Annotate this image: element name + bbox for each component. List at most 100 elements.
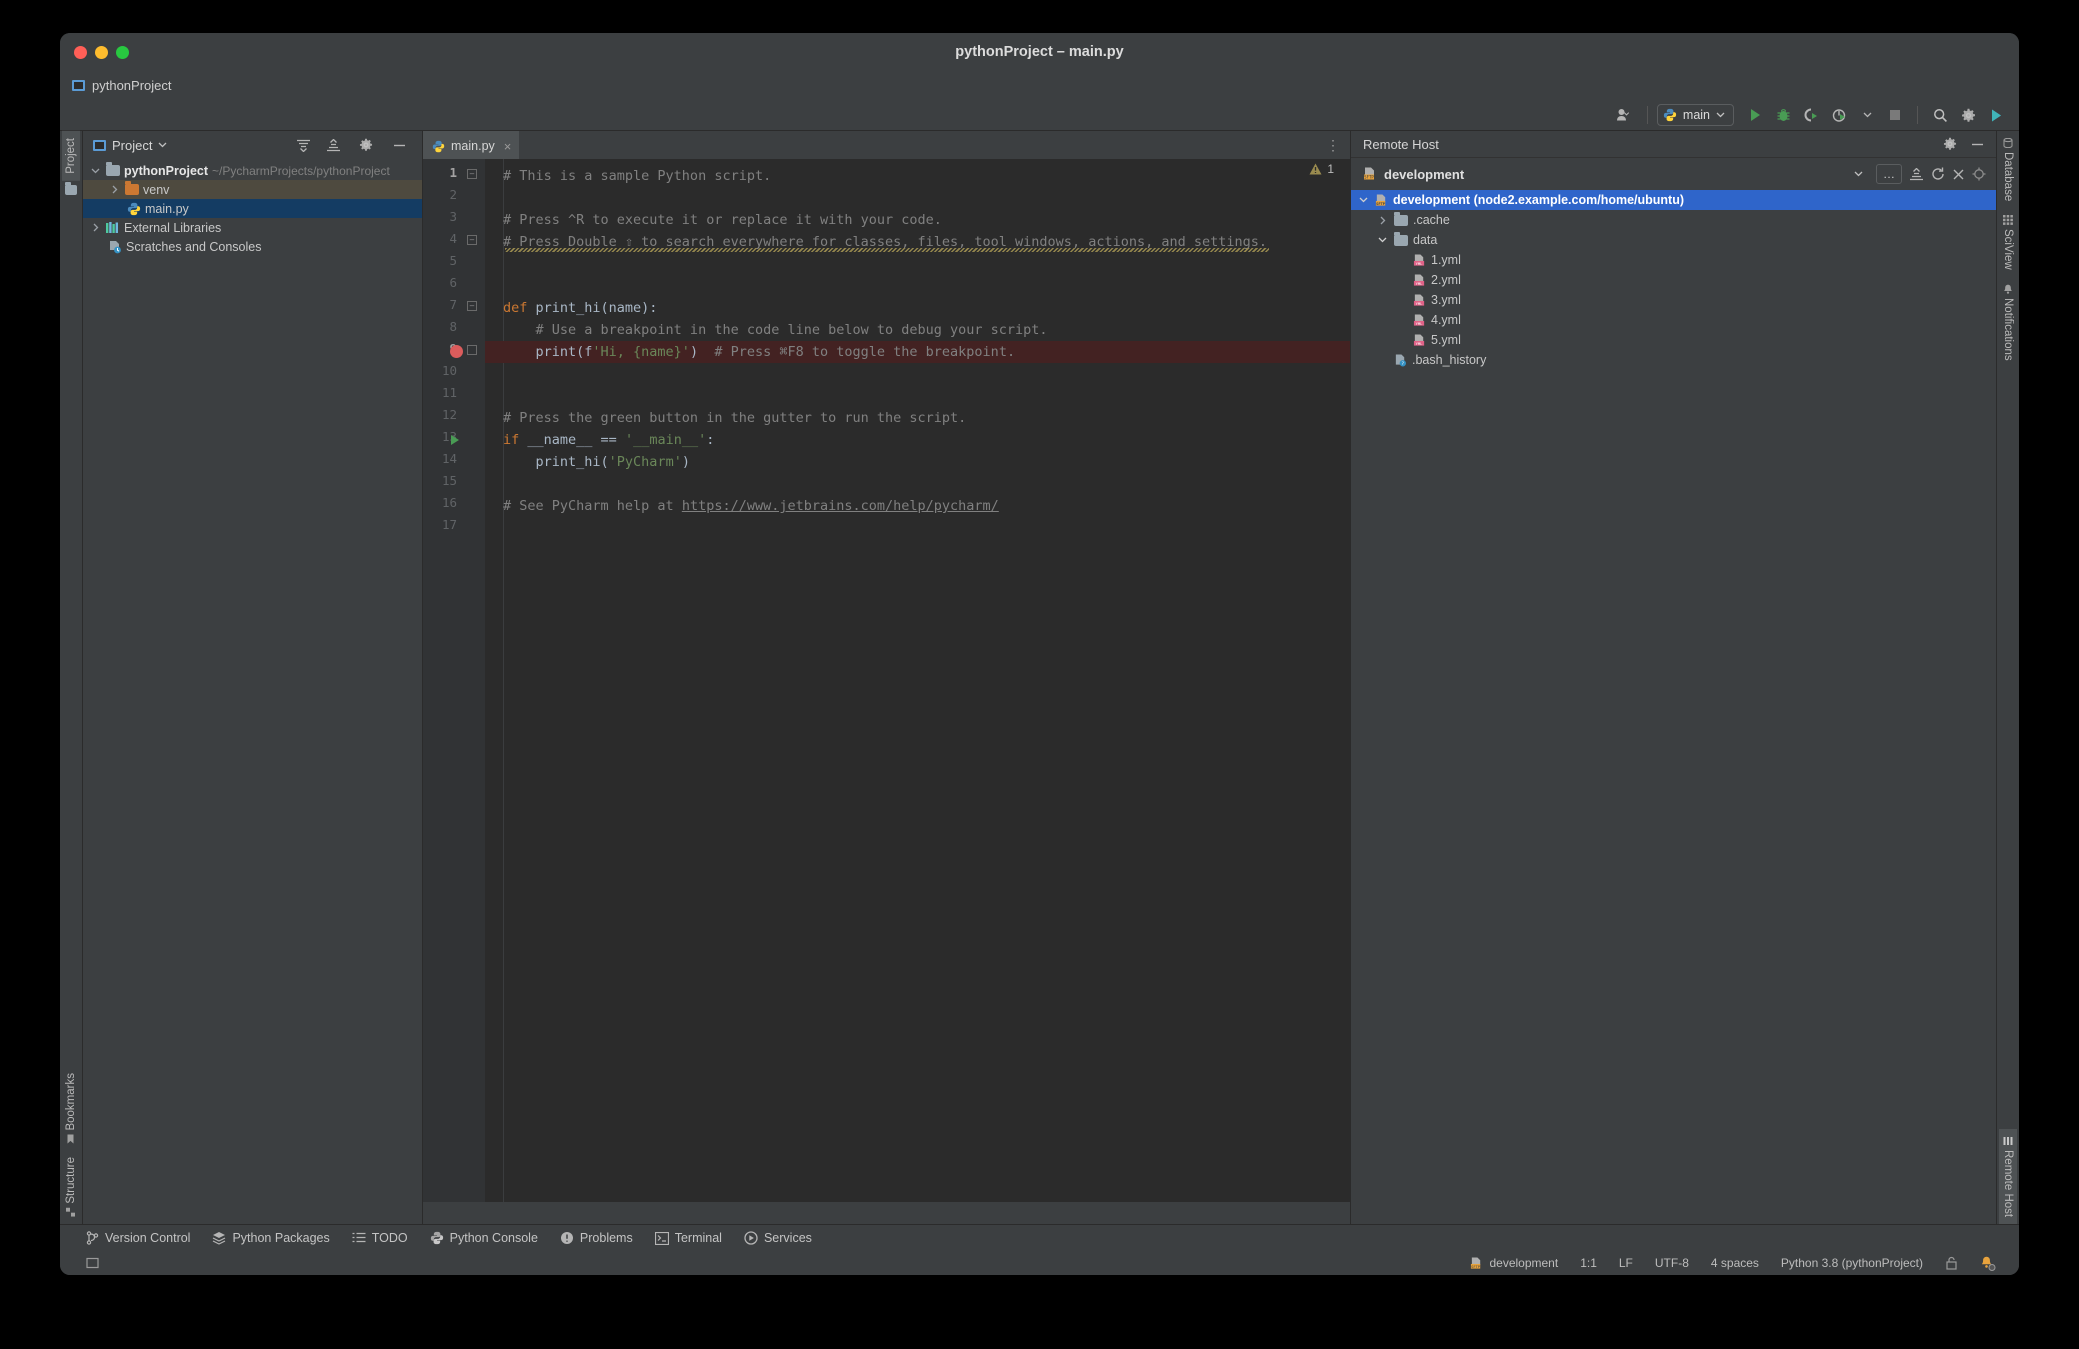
status-deployment[interactable]: SFTP development — [1459, 1256, 1569, 1270]
code-line[interactable]: # Press ^R to execute it or replace it w… — [503, 209, 942, 231]
terminal-toggle-icon[interactable] — [86, 1256, 100, 1270]
chevron-down-icon[interactable] — [158, 142, 167, 148]
project-file-tree[interactable]: pythonProject ~/PycharmProjects/pythonPr… — [83, 159, 422, 1224]
remote-file-tree[interactable]: SFTP development (node2.example.com/home/… — [1351, 190, 1996, 1224]
editor-tabs: main.py × ⋮ — [423, 131, 1350, 159]
collapse-all-icon[interactable] — [1909, 167, 1924, 181]
code-editor[interactable]: 1–234–567–891011121314151617 1 # This is… — [423, 159, 1350, 1202]
chevron-down-icon[interactable] — [1357, 197, 1370, 203]
user-icon[interactable] — [1612, 103, 1638, 127]
bottom-tab-version-control[interactable]: Version Control — [86, 1231, 190, 1245]
chevron-right-icon[interactable] — [89, 223, 102, 232]
code-line[interactable]: # Press the green button in the gutter t… — [503, 407, 966, 429]
inspection-status-badge[interactable]: 1 — [1309, 162, 1334, 176]
tree-item-pythonproject[interactable]: pythonProject ~/PycharmProjects/pythonPr… — [83, 161, 422, 180]
stop-button[interactable] — [1882, 103, 1908, 127]
tab-main-py[interactable]: main.py × — [423, 131, 520, 159]
remote-tree-item[interactable]: YML 5.yml — [1351, 330, 1996, 350]
status-indent[interactable]: 4 spaces — [1700, 1256, 1770, 1270]
remote-tree-item[interactable]: YML 3.yml — [1351, 290, 1996, 310]
code-line[interactable]: # This is a sample Python script. — [503, 165, 771, 187]
tree-item-external-libraries[interactable]: External Libraries — [83, 218, 422, 237]
bottom-tab-terminal[interactable]: Terminal — [654, 1231, 722, 1245]
close-icon[interactable]: × — [504, 139, 512, 154]
hide-panel-icon[interactable] — [1971, 138, 1984, 151]
status-caret-position[interactable]: 1:1 — [1569, 1256, 1608, 1270]
sidebar-item-database[interactable]: Database — [1999, 131, 2017, 208]
editor-gutter[interactable]: 1–234–567–891011121314151617 — [423, 159, 485, 1202]
gutter-line-number: 16 — [441, 495, 457, 510]
search-icon[interactable] — [1927, 103, 1953, 127]
maximize-window-button[interactable] — [116, 45, 129, 59]
code-line[interactable]: print(f'Hi, {name}') # Press ⌘F8 to togg… — [503, 341, 1016, 363]
inspection-warning-underline — [505, 248, 1270, 252]
sidebar-item-structure[interactable]: Structure — [62, 1150, 80, 1224]
code-line[interactable]: print_hi('PyCharm') — [503, 451, 690, 473]
bottom-tab-services[interactable]: Services — [744, 1231, 812, 1245]
chevron-down-icon[interactable] — [89, 168, 102, 174]
code-line[interactable]: if __name__ == '__main__': — [503, 429, 714, 451]
fold-marker-icon[interactable]: – — [467, 235, 477, 245]
ellipsis-icon[interactable]: … — [1876, 164, 1902, 184]
close-window-button[interactable] — [74, 45, 87, 59]
lock-icon[interactable] — [1934, 1256, 1969, 1270]
refresh-icon[interactable] — [1931, 167, 1945, 181]
debug-button[interactable] — [1770, 103, 1796, 127]
tree-item-venv[interactable]: venv — [83, 180, 422, 199]
sidebar-item-sciview[interactable]: SciView — [1999, 208, 2017, 277]
code-line[interactable]: def print_hi(name): — [503, 297, 657, 319]
sidebar-item-remote-host[interactable]: Remote Host — [1999, 1128, 2017, 1224]
bottom-tab-problems[interactable]: Problems — [560, 1231, 633, 1245]
remote-tree-item[interactable]: YML 1.yml — [1351, 250, 1996, 270]
remote-tree-item[interactable]: YML 4.yml — [1351, 310, 1996, 330]
updates-icon[interactable] — [1983, 103, 2009, 127]
chevron-down-icon[interactable] — [1854, 171, 1863, 177]
run-configuration-selector[interactable]: main — [1656, 104, 1734, 126]
remote-tree-item[interactable]: data — [1351, 230, 1996, 250]
breakpoint-icon[interactable] — [450, 345, 463, 358]
code-content[interactable]: 1 # This is a sample Python script. # Pre… — [485, 159, 1350, 1202]
remote-tree-item[interactable]: .cache — [1351, 210, 1996, 230]
chevron-down-icon[interactable] — [1854, 103, 1880, 127]
gear-icon[interactable] — [1943, 137, 1957, 151]
tree-item-main-py[interactable]: main.py — [83, 199, 422, 218]
tree-item-scratches[interactable]: Scratches and Consoles — [83, 237, 422, 256]
fold-marker-icon[interactable]: – — [467, 301, 477, 311]
sidebar-item-bookmarks[interactable]: Bookmarks — [62, 1066, 80, 1151]
code-line[interactable]: # See PyCharm help at https://www.jetbra… — [503, 495, 999, 517]
run-coverage-button[interactable] — [1798, 103, 1824, 127]
remote-tree-item[interactable]: SFTP development (node2.example.com/home/… — [1351, 190, 1996, 210]
hide-panel-icon[interactable] — [393, 139, 406, 152]
bottom-tab-python-packages[interactable]: Python Packages — [212, 1231, 330, 1245]
chevron-down-icon[interactable] — [1376, 237, 1389, 243]
remote-tree-item[interactable]: ? .bash_history — [1351, 350, 1996, 370]
gear-icon[interactable] — [1955, 103, 1981, 127]
bottom-tab-label: Version Control — [105, 1231, 191, 1245]
remote-tree-item[interactable]: YML 2.yml — [1351, 270, 1996, 290]
close-icon[interactable] — [1952, 168, 1965, 181]
profile-button[interactable] — [1826, 103, 1852, 127]
status-line-separator[interactable]: LF — [1608, 1256, 1644, 1270]
locate-icon[interactable] — [1972, 167, 1986, 181]
code-line[interactable]: # Use a breakpoint in the code line belo… — [503, 319, 1048, 341]
run-gutter-icon[interactable] — [451, 435, 459, 445]
sidebar-item-project[interactable]: Project — [62, 131, 80, 181]
bottom-tab-python-console[interactable]: Python Console — [430, 1231, 538, 1245]
fold-marker-icon[interactable]: – — [467, 169, 477, 179]
run-button[interactable] — [1742, 103, 1768, 127]
bottom-tab-todo[interactable]: TODO — [352, 1231, 408, 1245]
minimize-window-button[interactable] — [95, 45, 108, 59]
editor-options-icon[interactable]: ⋮ — [1326, 138, 1340, 152]
expand-all-icon[interactable] — [296, 139, 311, 152]
gutter-line-number: 4 — [449, 231, 457, 246]
chevron-down-icon — [1716, 112, 1725, 118]
status-encoding[interactable]: UTF-8 — [1644, 1256, 1700, 1270]
chevron-right-icon[interactable] — [108, 185, 121, 194]
chevron-right-icon[interactable] — [1376, 216, 1389, 225]
sidebar-item-notifications[interactable]: Notifications — [1999, 277, 2017, 368]
fold-marker-icon[interactable] — [467, 345, 477, 355]
notification-icon[interactable] — [1969, 1256, 2007, 1271]
gear-icon[interactable] — [359, 138, 373, 152]
collapse-all-icon[interactable] — [326, 138, 341, 152]
status-interpreter[interactable]: Python 3.8 (pythonProject) — [1770, 1256, 1934, 1270]
